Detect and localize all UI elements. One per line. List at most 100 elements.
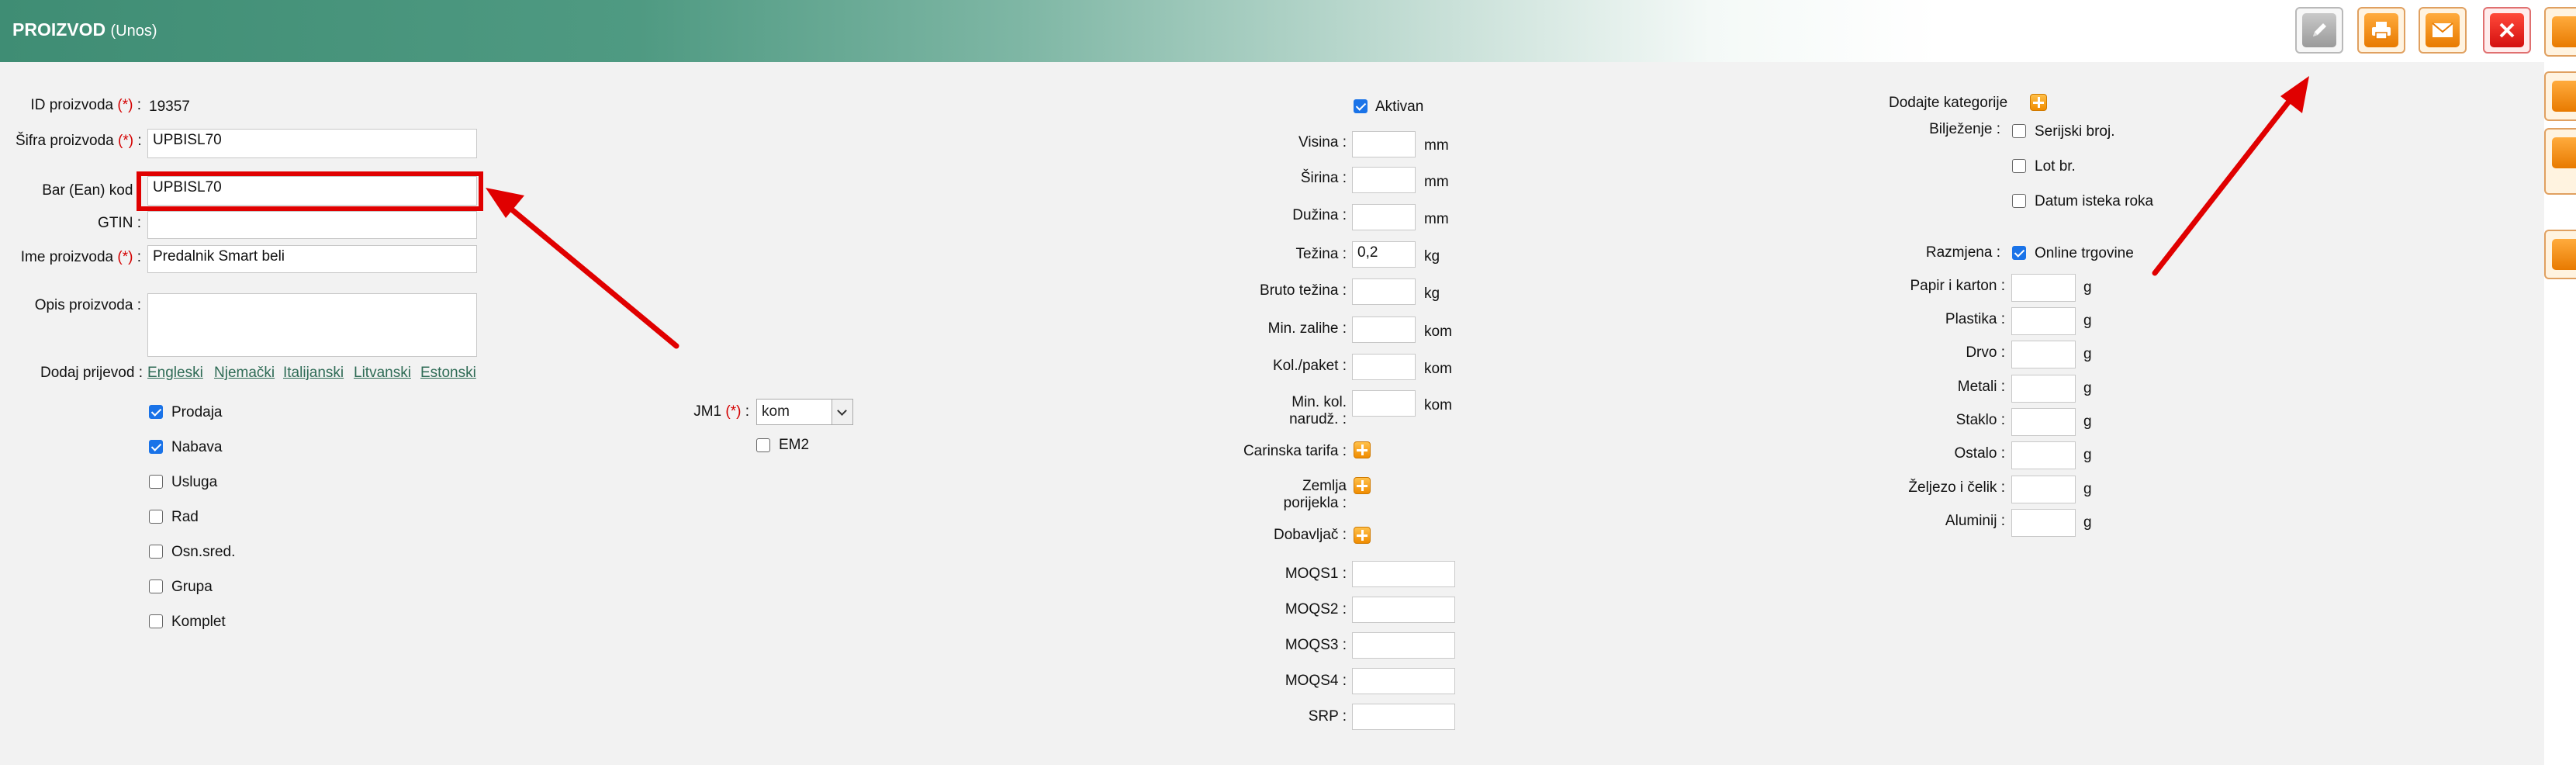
online-checkbox[interactable] bbox=[2012, 246, 2026, 260]
jm1-select[interactable]: kom bbox=[756, 399, 853, 425]
metali-unit: g bbox=[2083, 380, 2092, 396]
moqs3-input[interactable] bbox=[1352, 632, 1455, 659]
kol-paket-label: Kol./paket : bbox=[1272, 358, 1347, 374]
rad-checkbox[interactable] bbox=[149, 510, 163, 524]
copy-button[interactable] bbox=[2544, 71, 2576, 121]
info-button[interactable] bbox=[2544, 230, 2576, 279]
jm1-selected-value: kom bbox=[762, 403, 790, 420]
zeljezo-input[interactable] bbox=[2011, 476, 2076, 503]
dobavljac-add-icon[interactable] bbox=[1354, 527, 1371, 544]
plastika-unit: g bbox=[2083, 313, 2092, 329]
settings-button[interactable] bbox=[2544, 128, 2576, 195]
papir-input[interactable] bbox=[2011, 274, 2076, 302]
zeljezo-unit: g bbox=[2083, 481, 2092, 497]
ime-input[interactable]: Predalnik Smart beli bbox=[147, 245, 477, 273]
email-button[interactable] bbox=[2419, 7, 2467, 54]
metali-input[interactable] bbox=[2011, 375, 2076, 403]
visina-label: Visina : bbox=[1298, 134, 1347, 150]
sirina-input[interactable] bbox=[1352, 167, 1416, 193]
usluga-checkbox[interactable] bbox=[149, 475, 163, 489]
min-zalihe-unit: kom bbox=[1424, 323, 1452, 340]
edit-button[interactable] bbox=[2295, 7, 2343, 54]
aktivan-checkbox[interactable] bbox=[1354, 99, 1368, 113]
em2-checkbox[interactable] bbox=[756, 438, 770, 452]
serijski-checkbox[interactable] bbox=[2012, 124, 2026, 138]
close-button[interactable] bbox=[2483, 7, 2531, 54]
lang-link-italijanski[interactable]: Italijanski bbox=[283, 365, 344, 382]
min-kol-label-2: narudž. : bbox=[1289, 411, 1347, 427]
datum-checkbox[interactable] bbox=[2012, 194, 2026, 208]
sifra-label: Šifra proizvoda (*) : bbox=[16, 133, 142, 149]
osn-sred-label: Osn.sred. bbox=[171, 544, 236, 560]
komplet-checkbox[interactable] bbox=[149, 614, 163, 628]
ostalo-unit: g bbox=[2083, 447, 2092, 463]
page-title: PROIZVOD (Unos) bbox=[12, 19, 157, 40]
pencil-icon bbox=[2302, 13, 2336, 47]
zemlja-add-icon[interactable] bbox=[1354, 477, 1371, 494]
min-kol-input[interactable] bbox=[1352, 390, 1416, 417]
em2-label: EM2 bbox=[779, 437, 810, 453]
bar-ean-label: Bar (Ean) kod : bbox=[42, 182, 141, 199]
zemlja-label-2: porijekla : bbox=[1283, 495, 1347, 511]
grupa-checkbox[interactable] bbox=[149, 579, 163, 593]
nabava-label: Nabava bbox=[171, 439, 223, 455]
lang-link-engleski[interactable]: Engleski bbox=[147, 365, 203, 382]
visina-input[interactable] bbox=[1352, 131, 1416, 157]
drvo-input[interactable] bbox=[2011, 341, 2076, 368]
min-kol-label-1: Min. kol. bbox=[1291, 394, 1347, 410]
plastika-input[interactable] bbox=[2011, 307, 2076, 335]
highlight-box bbox=[137, 171, 483, 211]
sirina-label: Širina : bbox=[1300, 170, 1347, 186]
ostalo-input[interactable] bbox=[2011, 441, 2076, 469]
aluminij-unit: g bbox=[2083, 514, 2092, 531]
kol-paket-input[interactable] bbox=[1352, 354, 1416, 380]
nabava-checkbox[interactable] bbox=[149, 440, 163, 454]
gtin-input[interactable] bbox=[147, 211, 477, 239]
rad-label: Rad bbox=[171, 509, 199, 525]
online-label: Online trgovine bbox=[2035, 245, 2134, 261]
staklo-unit: g bbox=[2083, 413, 2092, 430]
moqs4-input[interactable] bbox=[1352, 668, 1455, 694]
lang-link-litvanski[interactable]: Litvanski bbox=[354, 365, 411, 382]
sifra-input[interactable]: UPBISL70 bbox=[147, 129, 477, 158]
srp-label: SRP : bbox=[1308, 708, 1347, 725]
papir-unit: g bbox=[2083, 279, 2092, 296]
add-button[interactable] bbox=[2544, 7, 2576, 57]
aluminij-input[interactable] bbox=[2011, 509, 2076, 537]
duzina-input[interactable] bbox=[1352, 204, 1416, 230]
print-button[interactable] bbox=[2357, 7, 2405, 54]
gtin-label: GTIN : bbox=[98, 215, 141, 231]
visina-unit: mm bbox=[1424, 137, 1449, 154]
duzina-unit: mm bbox=[1424, 211, 1449, 227]
tezina-input[interactable]: 0,2 bbox=[1352, 241, 1416, 268]
usluga-label: Usluga bbox=[171, 474, 218, 490]
biljezenje-label: Bilježenje : bbox=[1929, 121, 2000, 137]
metali-label: Metali : bbox=[1957, 379, 2005, 395]
lang-link-njemacki[interactable]: Njemački bbox=[214, 365, 275, 382]
moqs1-input[interactable] bbox=[1352, 561, 1455, 587]
komplet-label: Komplet bbox=[171, 614, 226, 630]
dobavljac-label: Dobavljač : bbox=[1274, 527, 1347, 543]
razmjena-label: Razmjena : bbox=[1925, 244, 2000, 261]
aktivan-label: Aktivan bbox=[1375, 99, 1424, 115]
aluminij-label: Aluminij : bbox=[1945, 513, 2005, 529]
moqs2-input[interactable] bbox=[1352, 597, 1455, 623]
tezina-label: Težina : bbox=[1295, 246, 1347, 262]
lang-link-estonski[interactable]: Estonski bbox=[420, 365, 476, 382]
carinska-add-icon[interactable] bbox=[1354, 441, 1371, 458]
kategorije-add-icon[interactable] bbox=[2030, 94, 2047, 111]
opis-textarea[interactable] bbox=[147, 293, 477, 357]
printer-icon bbox=[2364, 13, 2398, 47]
staklo-input[interactable] bbox=[2011, 408, 2076, 436]
bruto-input[interactable] bbox=[1352, 278, 1416, 305]
min-zalihe-input[interactable] bbox=[1352, 317, 1416, 343]
datum-label: Datum isteka roka bbox=[2035, 193, 2154, 209]
tezina-unit: kg bbox=[1424, 248, 1440, 265]
lot-checkbox[interactable] bbox=[2012, 159, 2026, 173]
osn-sred-checkbox[interactable] bbox=[149, 545, 163, 559]
title-text: PROIZVOD bbox=[12, 19, 106, 40]
id-value: 19357 bbox=[149, 99, 190, 115]
srp-input[interactable] bbox=[1352, 704, 1455, 730]
prodaja-checkbox[interactable] bbox=[149, 405, 163, 419]
bruto-label: Bruto težina : bbox=[1260, 282, 1347, 299]
